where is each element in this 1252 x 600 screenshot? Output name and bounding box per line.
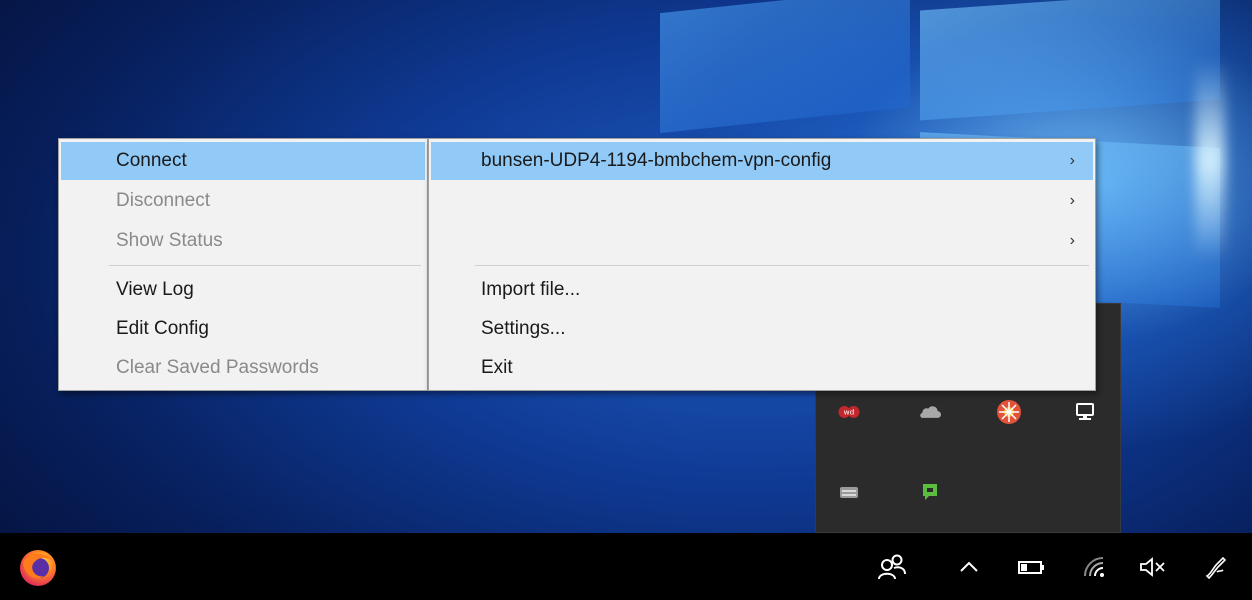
- openvpn-submenu: bunsen-UDP4-1194-bmbchem-vpn-config › › …: [428, 138, 1096, 391]
- menu-item-disconnect: Disconnect: [116, 190, 210, 211]
- green-chat-icon[interactable]: [919, 481, 941, 503]
- svg-text:wd: wd: [844, 408, 855, 417]
- wifi-icon[interactable]: [1080, 553, 1106, 579]
- volume-muted-icon[interactable]: [1138, 555, 1168, 579]
- submenu-item-vpn-config[interactable]: bunsen-UDP4-1194-bmbchem-vpn-config ›: [431, 142, 1093, 180]
- chevron-right-icon: ›: [1069, 192, 1075, 209]
- openvpn-gui-icon[interactable]: [996, 399, 1022, 425]
- wallpaper-pane: [920, 0, 1220, 121]
- firefox-icon[interactable]: [17, 547, 59, 589]
- submenu-item-blank-2[interactable]: ›: [431, 222, 1093, 260]
- menu-item-edit-config[interactable]: Edit Config: [61, 310, 425, 348]
- pen-workspace-icon[interactable]: [1202, 553, 1230, 581]
- onedrive-cloud-icon[interactable]: [919, 401, 941, 423]
- menu-item-connect[interactable]: Connect: [61, 142, 425, 180]
- submenu-item-exit[interactable]: Exit: [431, 349, 1093, 387]
- submenu-item-import-file[interactable]: Import file...: [431, 271, 1093, 309]
- menu-item-view-log[interactable]: View Log: [61, 271, 425, 309]
- menu-separator: [109, 265, 421, 266]
- menu-separator: [475, 265, 1089, 266]
- openvpn-context-menu: Connect Disconnect Show Status View Log …: [58, 138, 428, 391]
- chevron-right-icon: ›: [1069, 232, 1075, 249]
- people-icon[interactable]: [876, 553, 908, 581]
- wallpaper-pane: [660, 0, 910, 134]
- menu-item-clear-saved-passwords: Clear Saved Passwords: [116, 357, 319, 378]
- network-monitor-icon[interactable]: [1074, 401, 1096, 423]
- menu-item-show-status: Show Status: [116, 230, 223, 251]
- submenu-item-settings[interactable]: Settings...: [431, 310, 1093, 348]
- wd-drive-icon[interactable]: wd: [838, 401, 860, 423]
- chevron-right-icon: ›: [1069, 152, 1075, 169]
- battery-icon[interactable]: [1016, 557, 1046, 577]
- wallpaper-light-beam: [1195, 60, 1225, 260]
- submenu-item-blank-1[interactable]: ›: [431, 182, 1093, 220]
- removable-drive-icon[interactable]: [838, 481, 860, 503]
- taskbar: [0, 533, 1252, 600]
- show-hidden-icons-chevron[interactable]: [958, 557, 980, 577]
